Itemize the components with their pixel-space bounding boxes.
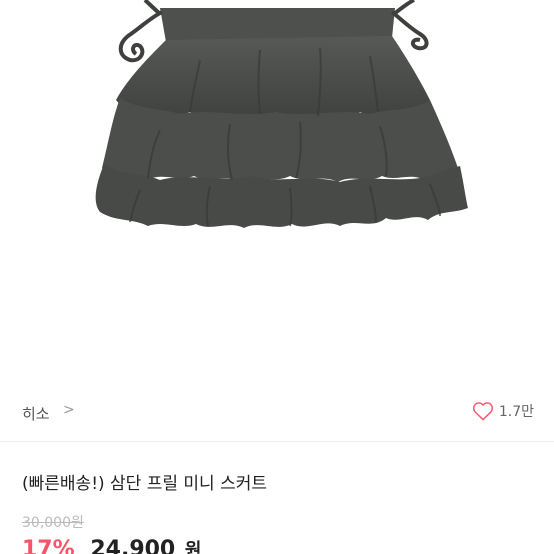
product-detail-page: 히소 > 1.7만 (빠른배송!) 삼단 프릴 미니 스커트 30,000원 1… xyxy=(0,0,554,554)
price-row: 17% 24,900 원 xyxy=(22,536,201,554)
chevron-right-icon[interactable]: > xyxy=(63,402,75,418)
product-image[interactable] xyxy=(0,0,554,385)
seller-row[interactable]: 히소 > 1.7만 xyxy=(0,388,554,438)
divider xyxy=(0,441,554,442)
heart-outline-icon[interactable] xyxy=(472,401,494,421)
product-title: (빠른배송!) 삼단 프릴 미니 스커트 xyxy=(22,474,268,494)
sale-price: 24,900 xyxy=(90,537,176,554)
original-price: 30,000원 xyxy=(22,515,84,531)
skirt-photo xyxy=(95,0,469,228)
like-button[interactable]: 1.7만 xyxy=(472,399,534,423)
seller-name[interactable]: 히소 xyxy=(22,403,50,424)
discount-rate: 17% xyxy=(22,537,75,554)
currency-unit: 원 xyxy=(184,540,202,554)
like-count: 1.7만 xyxy=(498,404,534,420)
